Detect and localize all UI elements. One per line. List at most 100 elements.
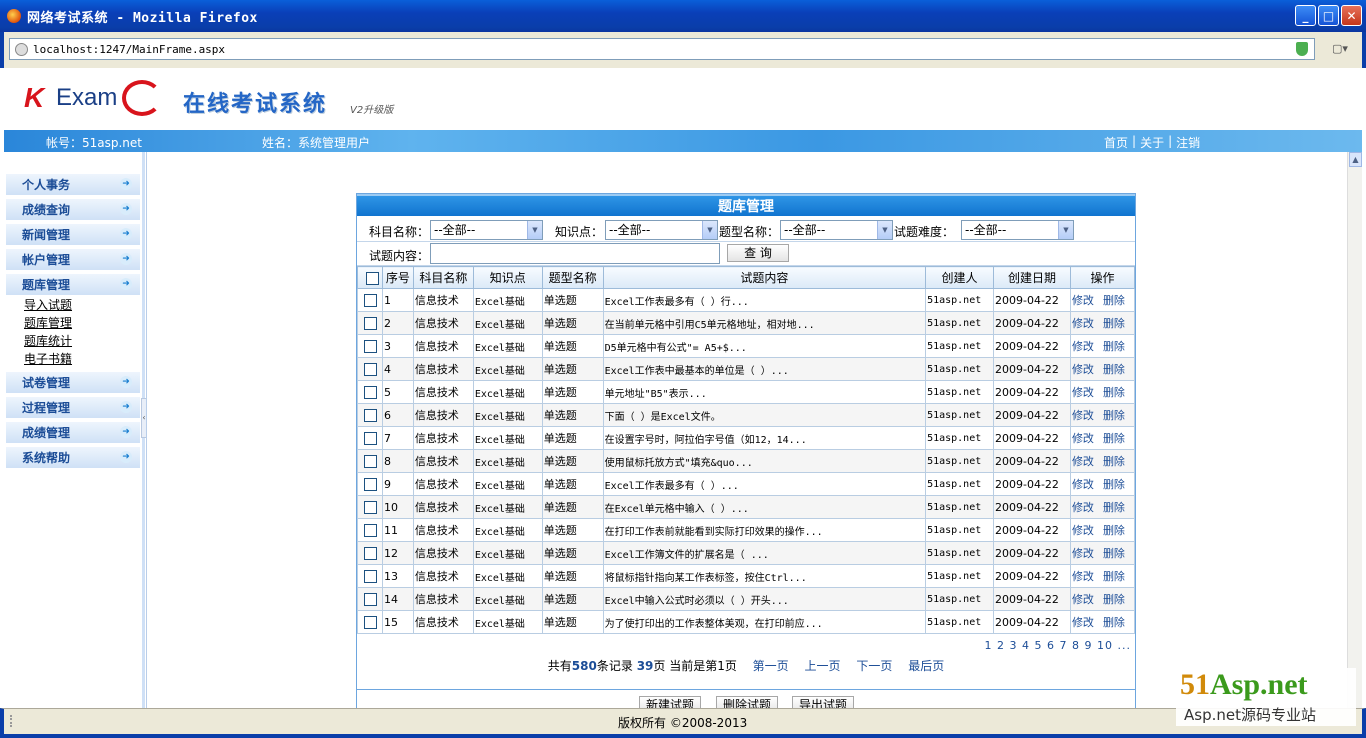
- delete-link[interactable]: 删除: [1103, 616, 1125, 629]
- content-scrollbar[interactable]: ▲: [1347, 152, 1362, 708]
- delete-link[interactable]: 删除: [1103, 524, 1125, 537]
- delete-link[interactable]: 删除: [1103, 386, 1125, 399]
- select-all-checkbox[interactable]: [365, 271, 379, 285]
- submenu-import-questions[interactable]: 导入试题: [6, 296, 140, 314]
- watermark-slogan: Asp.net源码专业站: [1184, 706, 1316, 724]
- sidebar-item-score-manage[interactable]: 成绩管理 ➜: [6, 422, 140, 444]
- delete-link[interactable]: 删除: [1103, 432, 1125, 445]
- home-link[interactable]: 首页: [1104, 134, 1128, 151]
- copyright-text: 版权所有 ©2008-2013: [618, 716, 748, 730]
- search-button[interactable]: 查 询: [727, 244, 789, 262]
- delete-link[interactable]: 删除: [1103, 340, 1125, 353]
- page-number-links[interactable]: 1 2 3 4 5 6 7 8 9 10 ...: [985, 639, 1131, 652]
- row-checkbox[interactable]: [364, 477, 377, 491]
- row-checkbox[interactable]: [364, 592, 377, 606]
- delete-question-button[interactable]: 删除试题: [716, 696, 778, 708]
- about-link[interactable]: 关于: [1140, 134, 1164, 151]
- row-checkbox[interactable]: [364, 316, 377, 330]
- edit-link[interactable]: 修改: [1072, 570, 1094, 583]
- page-menu-icon[interactable]: ▢▾: [1332, 42, 1358, 56]
- edit-link[interactable]: 修改: [1072, 593, 1094, 606]
- column-header[interactable]: 试题内容: [602, 266, 927, 289]
- knowledge-select[interactable]: --全部-- ▼: [605, 220, 718, 240]
- last-page-link[interactable]: 最后页: [908, 659, 944, 673]
- edit-link[interactable]: 修改: [1072, 409, 1094, 422]
- submenu-ebooks[interactable]: 电子书籍: [6, 350, 140, 368]
- edit-link[interactable]: 修改: [1072, 455, 1094, 468]
- logout-link[interactable]: 注销: [1176, 134, 1200, 151]
- cell-no: 6: [381, 403, 414, 427]
- row-checkbox[interactable]: [364, 431, 377, 445]
- delete-link[interactable]: 删除: [1103, 294, 1125, 307]
- delete-link[interactable]: 删除: [1103, 409, 1125, 422]
- edit-link[interactable]: 修改: [1072, 317, 1094, 330]
- close-button[interactable]: ✕: [1341, 5, 1362, 26]
- row-checkbox[interactable]: [364, 293, 377, 307]
- delete-link[interactable]: 删除: [1103, 317, 1125, 330]
- edit-link[interactable]: 修改: [1072, 363, 1094, 376]
- export-question-button[interactable]: 导出试题: [792, 696, 854, 708]
- edit-link[interactable]: 修改: [1072, 547, 1094, 560]
- cell-subject: 信息技术: [412, 541, 474, 565]
- sidebar-item-news[interactable]: 新闻管理 ➜: [6, 224, 140, 246]
- edit-link[interactable]: 修改: [1072, 294, 1094, 307]
- column-header[interactable]: 科目名称: [412, 266, 474, 289]
- row-checkbox[interactable]: [364, 615, 377, 629]
- row-checkbox[interactable]: [364, 339, 377, 353]
- column-header[interactable]: 创建人: [925, 266, 994, 289]
- column-header[interactable]: 序号: [381, 266, 414, 289]
- address-bar[interactable]: localhost:1247/MainFrame.aspx: [9, 38, 1315, 60]
- row-checkbox[interactable]: [364, 500, 377, 514]
- panel-divider: [357, 689, 1135, 690]
- sidebar-item-help[interactable]: 系统帮助 ➜: [6, 447, 140, 469]
- sidebar-item-accounts[interactable]: 帐户管理 ➜: [6, 249, 140, 271]
- row-checkbox[interactable]: [364, 546, 377, 560]
- edit-link[interactable]: 修改: [1072, 432, 1094, 445]
- column-header[interactable]: 题型名称: [541, 266, 604, 289]
- scroll-up-icon[interactable]: ▲: [1349, 152, 1362, 167]
- delete-link[interactable]: 删除: [1103, 593, 1125, 606]
- url-text[interactable]: localhost:1247/MainFrame.aspx: [33, 43, 225, 56]
- delete-link[interactable]: 删除: [1103, 501, 1125, 514]
- difficulty-select[interactable]: --全部-- ▼: [961, 220, 1074, 240]
- minimize-button[interactable]: _: [1295, 5, 1316, 26]
- cell-creator: 51asp.net: [925, 334, 994, 358]
- row-checkbox[interactable]: [364, 454, 377, 468]
- shield-icon[interactable]: [1296, 42, 1308, 56]
- row-checkbox[interactable]: [364, 523, 377, 537]
- subject-select[interactable]: --全部-- ▼: [430, 220, 543, 240]
- edit-link[interactable]: 修改: [1072, 386, 1094, 399]
- cell-subject: 信息技术: [412, 311, 474, 335]
- column-header[interactable]: 创建日期: [993, 266, 1071, 289]
- delete-link[interactable]: 删除: [1103, 547, 1125, 560]
- first-page-link[interactable]: 第一页: [753, 659, 789, 673]
- edit-link[interactable]: 修改: [1072, 524, 1094, 537]
- new-question-button[interactable]: 新建试题: [639, 696, 701, 708]
- maximize-button[interactable]: □: [1318, 5, 1339, 26]
- prev-page-link[interactable]: 上一页: [805, 659, 841, 673]
- edit-link[interactable]: 修改: [1072, 616, 1094, 629]
- sidebar-item-process[interactable]: 过程管理 ➜: [6, 397, 140, 419]
- qtype-select[interactable]: --全部-- ▼: [780, 220, 893, 240]
- delete-link[interactable]: 删除: [1103, 478, 1125, 491]
- sidebar-item-score-query[interactable]: 成绩查询 ➜: [6, 199, 140, 221]
- delete-link[interactable]: 删除: [1103, 570, 1125, 583]
- sidebar-item-papers[interactable]: 试卷管理 ➜: [6, 372, 140, 394]
- submenu-bank-stats[interactable]: 题库统计: [6, 332, 140, 350]
- row-checkbox[interactable]: [364, 408, 377, 422]
- content-search-input[interactable]: [430, 243, 720, 264]
- row-checkbox[interactable]: [364, 362, 377, 376]
- edit-link[interactable]: 修改: [1072, 340, 1094, 353]
- column-header[interactable]: 知识点: [472, 266, 543, 289]
- row-checkbox[interactable]: [364, 569, 377, 583]
- delete-link[interactable]: 删除: [1103, 363, 1125, 376]
- sidebar-item-personal[interactable]: 个人事务 ➜: [6, 174, 140, 196]
- edit-link[interactable]: 修改: [1072, 501, 1094, 514]
- row-checkbox[interactable]: [364, 385, 377, 399]
- submenu-question-bank[interactable]: 题库管理: [6, 314, 140, 332]
- delete-link[interactable]: 删除: [1103, 455, 1125, 468]
- sidebar-item-question-bank[interactable]: 题库管理 ➜: [6, 274, 140, 296]
- cell-content: 在Excel单元格中输入（ ）...: [602, 495, 927, 519]
- next-page-link[interactable]: 下一页: [856, 659, 892, 673]
- edit-link[interactable]: 修改: [1072, 478, 1094, 491]
